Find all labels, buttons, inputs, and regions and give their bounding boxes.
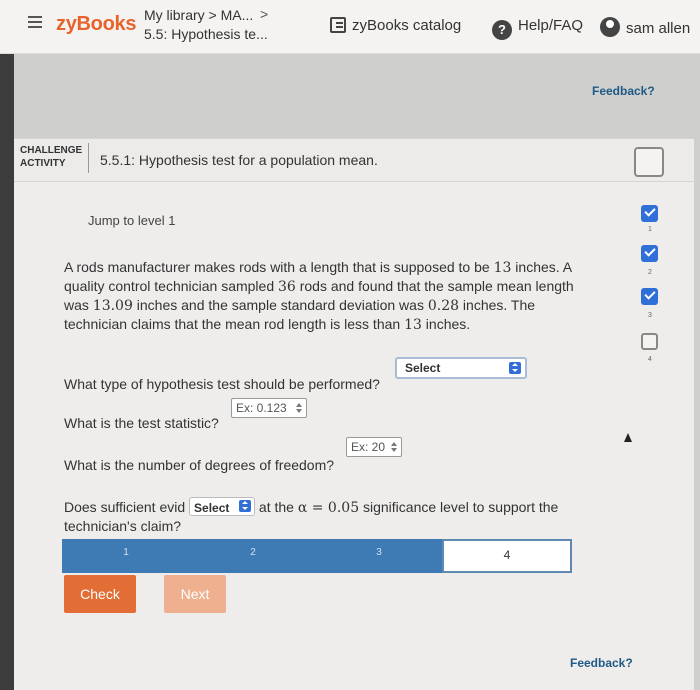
help-icon: ? — [492, 20, 512, 40]
level-4-number: 4 — [648, 356, 652, 363]
level-1-segment[interactable]: 1 — [62, 539, 190, 573]
test-statistic-input[interactable]: Ex: 0.123 — [231, 398, 307, 418]
catalog-link[interactable]: zyBooks catalog — [330, 17, 461, 34]
catalog-label: zyBooks catalog — [352, 17, 462, 34]
feedback-link-bottom[interactable]: Feedback? — [570, 656, 633, 670]
evidence-select[interactable]: Select — [189, 497, 256, 516]
breadcrumb-chevron-icon[interactable]: > — [260, 6, 268, 22]
help-label: Help/FAQ — [518, 17, 584, 34]
level-progress-bar: 1 2 3 4 — [62, 539, 572, 573]
level-1-number: 1 — [648, 226, 652, 233]
problem-statement: A rods manufacturer makes rods with a le… — [64, 259, 574, 333]
question-sufficient-evidence: Does sufficient evid Select at the α = 0… — [64, 497, 559, 534]
challenge-activity-label: CHALLENGE ACTIVITY — [20, 145, 83, 169]
zybooks-logo[interactable]: zyBooks — [56, 13, 136, 36]
user-menu[interactable]: sam allen — [600, 17, 690, 37]
breadcrumb-library[interactable]: My library > MA... — [144, 6, 268, 25]
menu-icon[interactable] — [28, 16, 42, 28]
level-1-complete-icon[interactable] — [641, 205, 658, 222]
book-icon — [330, 17, 346, 33]
top-navigation: zyBooks My library > MA... 5.5: Hypothes… — [0, 0, 700, 54]
help-link[interactable]: ? Help/FAQ — [492, 17, 583, 40]
divider — [88, 143, 89, 173]
level-2-complete-icon[interactable] — [641, 245, 658, 262]
level-3-complete-icon[interactable] — [641, 288, 658, 305]
stepper-icon[interactable] — [391, 442, 398, 453]
user-icon — [600, 17, 620, 37]
select-arrow-icon — [239, 500, 252, 512]
breadcrumb-section[interactable]: 5.5: Hypothesis te... — [144, 25, 268, 44]
check-button[interactable]: Check — [64, 575, 136, 613]
completion-checkbox-icon — [634, 147, 664, 177]
level-4-open-icon[interactable] — [641, 333, 658, 350]
question-test-statistic: What is the test statistic? — [64, 415, 219, 431]
jump-to-level-link[interactable]: Jump to level 1 — [88, 213, 175, 228]
user-name: sam allen — [626, 20, 691, 37]
question-test-type: What type of hypothesis test should be p… — [64, 376, 380, 392]
level-2-segment[interactable]: 2 — [190, 539, 316, 573]
level-4-segment[interactable]: 4 — [442, 539, 572, 573]
level-3-segment[interactable]: 3 — [316, 539, 442, 573]
breadcrumb[interactable]: My library > MA... 5.5: Hypothesis te... — [144, 6, 268, 44]
select-arrow-icon — [509, 362, 521, 374]
feedback-link-top[interactable]: Feedback? — [592, 84, 655, 98]
stepper-icon[interactable] — [296, 403, 303, 414]
activity-title: 5.5.1: Hypothesis test for a population … — [100, 152, 378, 168]
next-button[interactable]: Next — [164, 575, 226, 613]
left-edge-strip — [0, 54, 14, 690]
test-type-select[interactable]: Select — [395, 357, 527, 379]
level-3-number: 3 — [648, 312, 652, 319]
question-degrees-of-freedom: What is the number of degrees of freedom… — [64, 457, 335, 473]
challenge-header: CHALLENGE ACTIVITY 5.5.1: Hypothesis tes… — [14, 138, 694, 182]
degrees-of-freedom-input[interactable]: Ex: 20 — [346, 437, 402, 457]
level-2-number: 2 — [648, 269, 652, 276]
mouse-cursor-icon — [624, 433, 632, 442]
